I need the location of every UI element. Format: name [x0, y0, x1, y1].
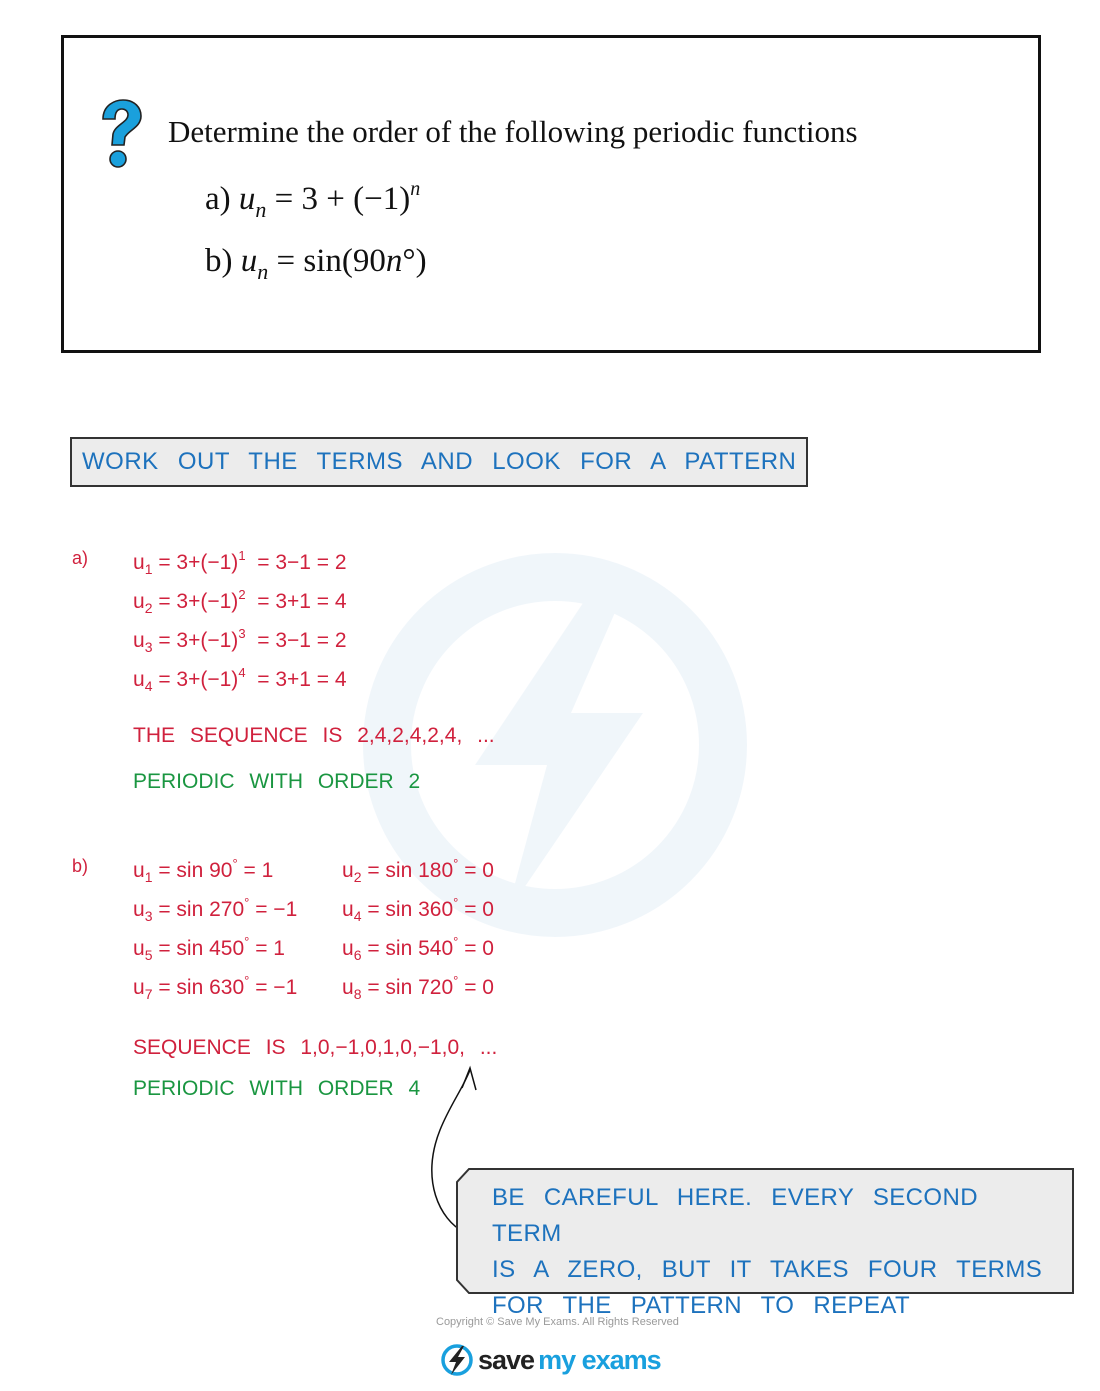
row-post: = 3−1 = 2 — [257, 629, 347, 652]
row-pre: = 3+(−1) — [158, 629, 239, 652]
callout-line: BE CAREFUL HERE. EVERY SECOND TERM — [492, 1184, 978, 1247]
degree: ° — [453, 856, 459, 871]
exponent: 4 — [238, 665, 246, 680]
hint-banner: WORK OUT THE TERMS AND LOOK FOR A PATTER… — [70, 437, 808, 487]
row-post: = −1 — [255, 976, 298, 999]
row-post: = 1 — [255, 937, 285, 960]
question-prompt: Determine the order of the following per… — [168, 114, 858, 149]
subscript: 2 — [353, 869, 362, 885]
var-u: u — [240, 243, 258, 279]
row-post: = 0 — [464, 976, 494, 999]
degree: ° — [453, 934, 459, 949]
row-pre: = 3+(−1) — [158, 590, 239, 613]
row-pre: = sin 180 — [367, 859, 454, 882]
exponent: 2 — [238, 587, 246, 602]
solution-a-label: a) — [72, 548, 89, 568]
solution-b-sequence: SEQUENCE IS 1,0,−1,0,1,0,−1,0, ... — [133, 1036, 498, 1059]
solution-a-row: u2 = 3+(−1)2 = 3+1 = 4 — [133, 587, 347, 616]
solution-b-row: u4 = sin 360° = 0 — [342, 895, 494, 924]
solution-b-label: b) — [72, 856, 89, 876]
row-pre: = 3+(−1) — [158, 551, 239, 574]
subscript: 5 — [144, 947, 153, 963]
subscript: 3 — [144, 908, 153, 924]
var-n: n — [385, 243, 403, 279]
subscript: 4 — [144, 678, 153, 694]
subscript: 8 — [353, 986, 362, 1002]
row-pre: = sin 270 — [158, 898, 245, 921]
sub-n: n — [255, 197, 267, 222]
part-a-label: a) — [205, 181, 231, 217]
row-pre: = sin 450 — [158, 937, 245, 960]
row-pre: = sin 360 — [367, 898, 454, 921]
copyright-text: Copyright © Save My Exams. All Rights Re… — [436, 1316, 679, 1328]
solution-a-row: u4 = 3+(−1)4 = 3+1 = 4 — [133, 665, 347, 694]
solution-a-row: u3 = 3+(−1)3 = 3−1 = 2 — [133, 626, 347, 655]
row-post: = 0 — [464, 898, 494, 921]
part-b-label: b) — [205, 243, 233, 279]
question-part-b: b) un = sin(90n°) — [205, 243, 427, 285]
subscript: 1 — [144, 869, 153, 885]
logo-my-exams: my exams — [538, 1344, 662, 1375]
solution-a-sequence: THE SEQUENCE IS 2,4,2,4,2,4, ... — [133, 724, 495, 747]
subscript: 4 — [353, 908, 362, 924]
solution-b-row: u3 = sin 270° = −1 — [133, 895, 298, 924]
brand-logo: save my exams — [440, 1340, 662, 1380]
degree: ° — [453, 895, 459, 910]
subscript: 2 — [144, 600, 153, 616]
row-post: = 0 — [464, 859, 494, 882]
part-a-rhs: = 3 + (−1) — [274, 181, 411, 217]
solution-a-row: u1 = 3+(−1)1 = 3−1 = 2 — [133, 548, 347, 577]
row-pre: = sin 630 — [158, 976, 245, 999]
solution-b-row: u2 = sin 180° = 0 — [342, 856, 494, 885]
subscript: 7 — [144, 986, 153, 1002]
callout-line: IS A ZERO, BUT IT TAKES FOUR TERMS — [492, 1256, 1043, 1283]
lightning-logo-icon — [441, 1344, 473, 1376]
callout-text: BE CAREFUL HERE. EVERY SECOND TERM IS A … — [492, 1180, 1062, 1324]
row-pre: = sin 540 — [367, 937, 454, 960]
part-b-rhs: = sin(90 — [276, 243, 386, 279]
solution-b-row: u5 = sin 450° = 1 — [133, 934, 285, 963]
sub-n: n — [257, 259, 269, 284]
subscript: 1 — [144, 561, 153, 577]
solution-b-row: u7 = sin 630° = −1 — [133, 973, 298, 1002]
logo-save: save — [478, 1344, 535, 1375]
degree: ° — [453, 973, 459, 988]
exp-n: n — [410, 178, 421, 200]
row-pre: = 3+(−1) — [158, 668, 239, 691]
solution-b-row: u8 = sin 720° = 0 — [342, 973, 494, 1002]
row-pre: = sin 90 — [158, 859, 233, 882]
degree: ° — [244, 895, 250, 910]
degree: ° — [244, 973, 250, 988]
row-post: = 3−1 = 2 — [257, 551, 347, 574]
part-b-rhs-end: °) — [402, 243, 427, 279]
solution-a-conclusion: PERIODIC WITH ORDER 2 — [133, 770, 421, 793]
row-post: = −1 — [255, 898, 298, 921]
subscript: 6 — [353, 947, 362, 963]
exponent: 3 — [238, 626, 246, 641]
question-mark-icon — [102, 99, 142, 168]
exponent: 1 — [238, 548, 246, 563]
question-part-a: a) un = 3 + (−1)n — [205, 178, 420, 223]
solution-b-row: u1 = sin 90° = 1 — [133, 856, 274, 885]
row-post: = 3+1 = 4 — [257, 590, 347, 613]
row-post: = 1 — [243, 859, 274, 882]
degree: ° — [232, 856, 238, 871]
solution-b-conclusion: PERIODIC WITH ORDER 4 — [133, 1077, 421, 1100]
var-u: u — [238, 181, 256, 217]
row-post: = 0 — [464, 937, 494, 960]
subscript: 3 — [144, 639, 153, 655]
row-post: = 3+1 = 4 — [257, 668, 347, 691]
degree: ° — [244, 934, 250, 949]
row-pre: = sin 720 — [367, 976, 454, 999]
solution-b-row: u6 = sin 540° = 0 — [342, 934, 494, 963]
